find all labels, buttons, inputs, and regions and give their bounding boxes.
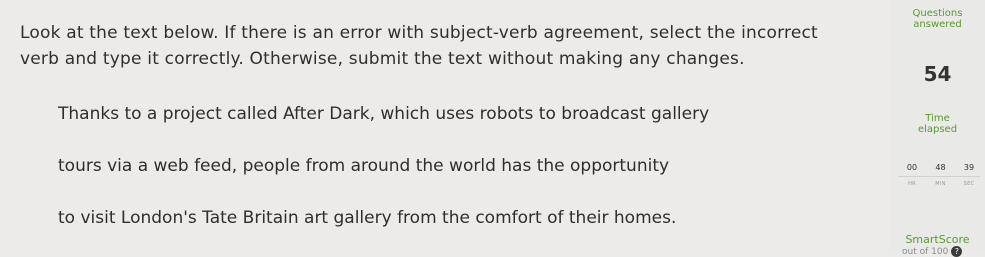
smartscore-subtitle: out of 100? — [902, 246, 963, 257]
timer-seconds: 39 SEC — [963, 163, 975, 187]
smartscore-sub-text: out of 100 — [902, 247, 949, 257]
passage-line-1[interactable]: Thanks to a project called After Dark, w… — [58, 104, 709, 124]
questions-answered-count: 54 — [923, 62, 952, 86]
progress-sidebar: Questions answered 54 Time elapsed 00 HR… — [890, 0, 985, 257]
time-elapsed-label: Time elapsed — [917, 113, 958, 135]
question-instructions: Look at the text below. If there is an e… — [20, 23, 818, 69]
elapsed-timer: 00 HR 48 MIN 39 SEC — [898, 163, 983, 187]
timer-minutes: 48 MIN — [935, 163, 946, 187]
questions-answered-label: Questions answered — [912, 8, 963, 30]
timer-divider — [898, 176, 980, 177]
passage-line-2[interactable]: tours via a web feed, people from around… — [58, 156, 669, 176]
timer-hours: 00 HR — [906, 163, 918, 187]
question-panel: Look at the text below. If there is an e… — [0, 0, 890, 251]
passage-line-3[interactable]: to visit London's Tate Britain art galle… — [58, 208, 676, 228]
help-icon[interactable]: ? — [951, 246, 963, 257]
smartscore-label: SmartScore — [905, 233, 970, 246]
